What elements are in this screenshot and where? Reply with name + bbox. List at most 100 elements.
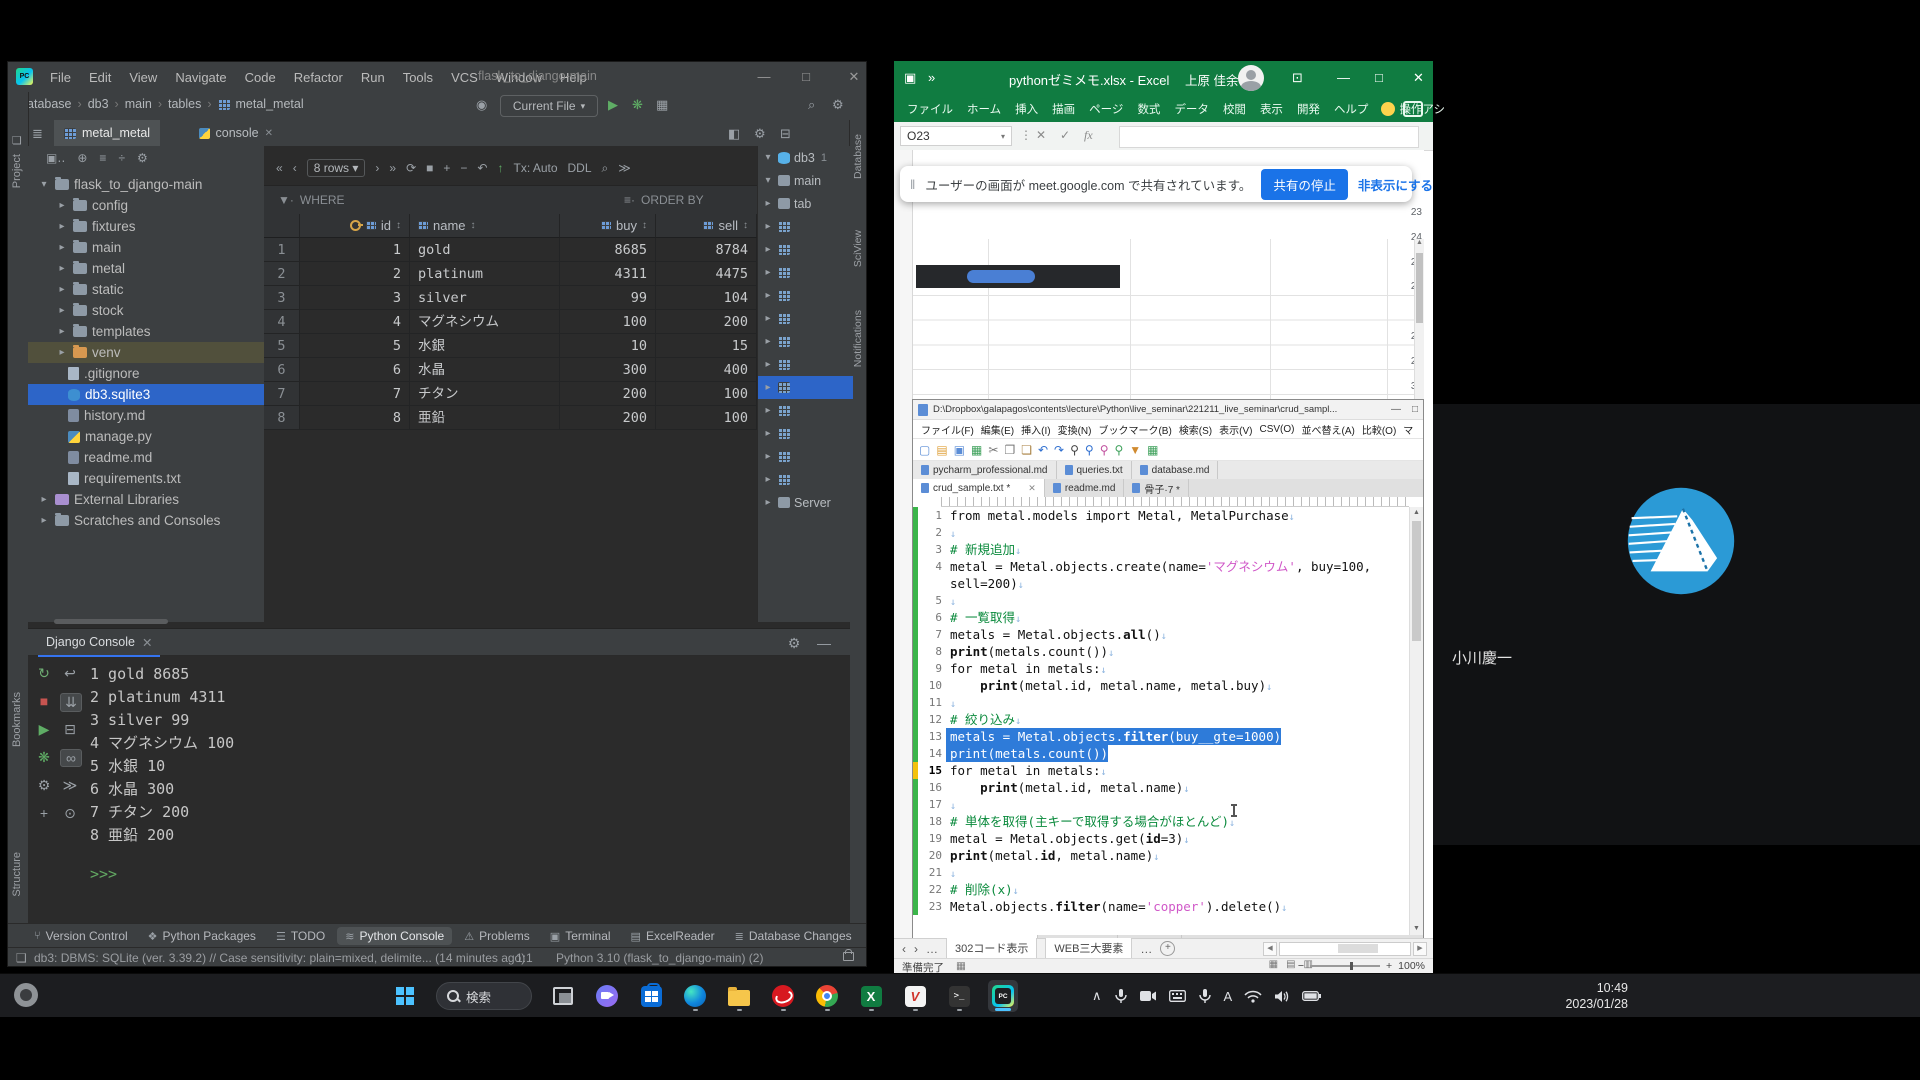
ribbon-tab-校閲[interactable]: 校閲 xyxy=(1218,98,1251,120)
chevron-down-icon[interactable]: ▾ xyxy=(762,175,774,186)
ribbon-tab-開発[interactable]: 開発 xyxy=(1292,98,1325,120)
cell-id[interactable]: 1 xyxy=(300,238,410,262)
file-tab-database.md[interactable]: database.md xyxy=(1132,461,1219,479)
code-line[interactable]: 9for metal in metals:↓ xyxy=(913,660,1411,677)
cell-sell[interactable]: 100 xyxy=(656,406,757,430)
chevron-right-icon[interactable]: ▸ xyxy=(56,284,68,295)
prev-page-icon[interactable]: ‹ xyxy=(293,161,297,175)
sort-icon[interactable]: ↕ xyxy=(642,214,647,238)
code-line[interactable]: 14print(metals.count()) xyxy=(913,745,1411,762)
cell-name[interactable]: 水銀 xyxy=(410,334,560,358)
search-everywhere-icon[interactable]: ⌕ xyxy=(808,97,815,113)
code-line[interactable]: 8print(metals.count())↓ xyxy=(913,643,1411,660)
chevron-down-icon[interactable]: ▾ xyxy=(38,179,50,190)
code-line[interactable]: 16 print(metal.id, metal.name)↓ xyxy=(913,779,1411,796)
chevron-right-icon[interactable]: ▸ xyxy=(762,313,774,324)
console-gear-icon[interactable]: ⚙ xyxy=(34,777,54,794)
print-icon[interactable]: ⊟ xyxy=(60,721,80,738)
chevron-right-icon[interactable]: ▸ xyxy=(762,451,774,462)
comments-icon[interactable] xyxy=(1403,101,1423,117)
tree-item-external-libraries[interactable]: ▸External Libraries xyxy=(28,489,264,510)
run-config-select[interactable]: Current File▾ xyxy=(500,95,598,117)
cell-buy[interactable]: 100 xyxy=(560,310,656,334)
breadcrumb-item[interactable]: metal_metal xyxy=(236,97,304,111)
status-icon[interactable]: ❑ xyxy=(16,951,27,965)
cell-buy[interactable]: 10 xyxy=(560,334,656,358)
chevron-right-icon[interactable]: ▸ xyxy=(762,405,774,416)
toolbar-icon[interactable]: ↷ xyxy=(1054,443,1064,457)
add-sheet-icon[interactable]: + xyxy=(1160,941,1175,956)
cell-sell[interactable]: 100 xyxy=(656,382,757,406)
tab-settings-icon[interactable]: ⚙ xyxy=(754,126,766,142)
editor-menu-item[interactable]: 検索(S) xyxy=(1179,422,1212,437)
tool-tab-problems[interactable]: ⚠Problems xyxy=(456,927,538,945)
tree-item--gitignore[interactable]: .gitignore xyxy=(28,363,264,384)
menu-code[interactable]: Code xyxy=(237,67,284,88)
cell-sell[interactable]: 8784 xyxy=(656,238,757,262)
code-line[interactable]: 2↓ xyxy=(913,524,1411,541)
chevron-down-icon[interactable]: ▾ xyxy=(762,152,774,163)
code-line[interactable]: 21↓ xyxy=(913,864,1411,881)
code-line[interactable]: 11↓ xyxy=(913,694,1411,711)
where-label[interactable]: WHERE xyxy=(300,193,345,207)
ide-minimize-button[interactable]: — xyxy=(756,69,772,85)
tool-tab-python-packages[interactable]: ❖Python Packages xyxy=(140,927,264,945)
find-icon[interactable]: ⌕ xyxy=(602,161,609,176)
ribbon-tab-挿入[interactable]: 挿入 xyxy=(1010,98,1043,120)
chevron-right-icon[interactable]: ▸ xyxy=(762,221,774,232)
code-line[interactable]: sell=200)↓ xyxy=(913,575,1411,592)
table-row[interactable]: 77チタン200100 xyxy=(264,382,757,406)
cell-id[interactable]: 7 xyxy=(300,382,410,406)
db-table-node[interactable]: ▸ xyxy=(758,284,853,307)
table-row[interactable]: 33silver99104 xyxy=(264,286,757,310)
file-tab-crud-sample-txt[interactable]: crud_sample.txt✕ xyxy=(913,935,1038,938)
cell-buy[interactable]: 4311 xyxy=(560,262,656,286)
cell-id[interactable]: 3 xyxy=(300,286,410,310)
chevron-right-icon[interactable]: ▸ xyxy=(56,305,68,316)
trend-micro-icon[interactable] xyxy=(768,980,798,1012)
sheet-prev-icon[interactable]: ‹ xyxy=(902,942,906,956)
next-page-icon[interactable]: › xyxy=(375,161,379,175)
add-icon[interactable]: + xyxy=(34,805,54,821)
search-input[interactable]: 検索 xyxy=(436,982,532,1010)
ribbon-tab-ページ[interactable]: ページ xyxy=(1084,98,1128,120)
hscroll-track[interactable] xyxy=(1279,942,1411,956)
sheet-more-icon[interactable]: … xyxy=(926,942,938,956)
console-minimize-icon[interactable]: — xyxy=(814,635,834,651)
code-line[interactable]: 4metal = Metal.objects.create(name='マグネシ… xyxy=(913,558,1411,575)
console-close-icon[interactable]: ✕ xyxy=(142,635,152,650)
excel-icon[interactable]: X xyxy=(856,980,886,1012)
editor-menu-item[interactable]: 並べ替え(A) xyxy=(1302,422,1355,437)
sheet-tab-2[interactable]: WEB三大要素 xyxy=(1045,938,1132,959)
save-icon[interactable]: ▣ xyxy=(904,70,916,86)
file-tab--7-[interactable]: 骨子·7 * xyxy=(1124,479,1189,497)
zoom-out-icon[interactable]: − xyxy=(1298,960,1304,972)
chevron-right-icon[interactable]: ▸ xyxy=(762,336,774,347)
tree-item-static[interactable]: ▸static xyxy=(28,279,264,300)
hscroll-right-icon[interactable]: ▶ xyxy=(1413,942,1427,956)
file-tab-queries.txt[interactable]: queries.txt xyxy=(1057,461,1132,479)
debug-bug-icon[interactable]: ❋ xyxy=(34,749,54,766)
delete-row-icon[interactable]: − xyxy=(460,161,467,175)
ribbon-tab-表示[interactable]: 表示 xyxy=(1255,98,1288,120)
chevron-right-icon[interactable]: ▸ xyxy=(762,290,774,301)
page-size-select[interactable]: 8 rows ▾ xyxy=(307,159,366,177)
db-table-node[interactable]: ▸ xyxy=(758,238,853,261)
ribbon-tab-ファイル[interactable]: ファイル xyxy=(902,98,958,120)
more-icon[interactable]: ≫ xyxy=(618,161,631,175)
panel-settings-icon[interactable]: ⚙ xyxy=(137,151,148,165)
editor-menu-item[interactable]: 比較(O) xyxy=(1362,422,1396,437)
editor-menu-item[interactable]: CSV(O) xyxy=(1260,424,1295,435)
tree-item-flask-to-django-main[interactable]: ▾flask_to_django-main xyxy=(28,174,264,195)
chevron-right-icon[interactable]: ▸ xyxy=(762,497,774,508)
project-stripe-icon[interactable]: ❏ xyxy=(12,134,22,147)
excel-close-button[interactable]: ✕ xyxy=(1413,70,1424,86)
last-page-icon[interactable]: » xyxy=(389,161,396,175)
chevron-right-icon[interactable]: ▸ xyxy=(762,428,774,439)
tree-item-venv[interactable]: ▸venv xyxy=(28,342,264,363)
chevron-right-icon[interactable]: ▸ xyxy=(762,359,774,370)
toolbar-icon[interactable]: ▤ xyxy=(936,443,947,457)
console-settings-icon[interactable]: ⚙ xyxy=(784,635,804,652)
mic-2-icon[interactable] xyxy=(1198,988,1212,1004)
file-tab--7-[interactable]: 骨子·7 * xyxy=(1118,935,1183,938)
